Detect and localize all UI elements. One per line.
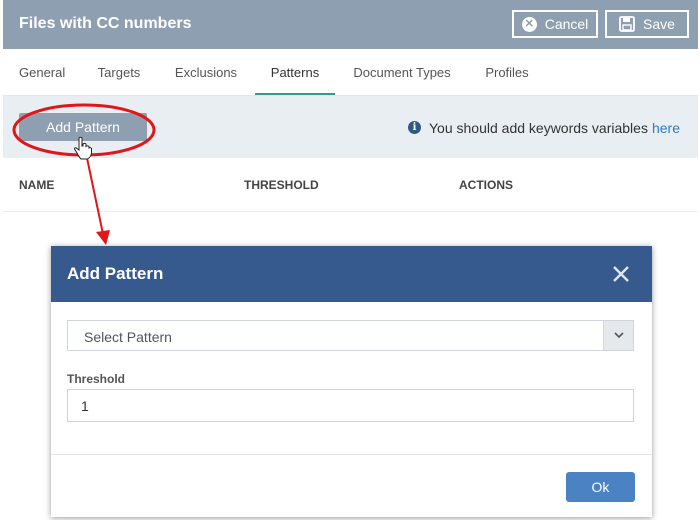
- ok-button[interactable]: Ok: [566, 472, 635, 502]
- cancel-button[interactable]: ✕ Cancel: [512, 10, 598, 38]
- info-message: You should add keywords variables here: [429, 120, 680, 136]
- tab-general[interactable]: General: [19, 49, 65, 95]
- dialog-footer-divider: [51, 454, 652, 455]
- hand-pointer-icon: [73, 136, 92, 160]
- dialog-header: Add Pattern: [51, 246, 652, 302]
- info-message-text: You should add keywords variables: [429, 120, 648, 136]
- add-pattern-dialog: Add Pattern Select Pattern Threshold 1 O…: [51, 246, 652, 517]
- rule-editor-panel: Files with CC numbers ✕ Cancel Save Gene…: [3, 0, 698, 240]
- patterns-toolbar: Add Pattern i You should add keywords va…: [3, 96, 698, 158]
- tab-bar: General Targets Exclusions Patterns Docu…: [3, 49, 698, 96]
- page-title: Files with CC numbers: [19, 15, 192, 32]
- circle-x-icon: ✕: [521, 16, 537, 32]
- tab-profiles[interactable]: Profiles: [484, 49, 530, 95]
- pattern-select-value: Select Pattern: [84, 329, 172, 345]
- column-header-name: NAME: [19, 178, 55, 192]
- close-icon[interactable]: [610, 263, 632, 285]
- column-header-threshold: THRESHOLD: [244, 178, 319, 192]
- floppy-disk-icon: [619, 16, 635, 32]
- threshold-label: Threshold: [67, 372, 126, 386]
- keywords-here-link[interactable]: here: [652, 120, 680, 136]
- select-arrow-button[interactable]: [603, 321, 633, 350]
- dialog-title: Add Pattern: [67, 264, 164, 283]
- pattern-select[interactable]: Select Pattern: [67, 320, 634, 351]
- save-button-label: Save: [643, 16, 675, 32]
- cancel-button-label: Cancel: [544, 16, 589, 32]
- table-divider: [3, 211, 698, 212]
- tab-document-types[interactable]: Document Types: [353, 49, 451, 95]
- save-button[interactable]: Save: [605, 10, 689, 38]
- chevron-down-icon: [614, 332, 624, 339]
- info-icon: i: [408, 121, 421, 134]
- threshold-value: 1: [81, 398, 89, 414]
- threshold-input[interactable]: 1: [67, 389, 634, 422]
- title-bar: Files with CC numbers ✕ Cancel Save: [3, 0, 698, 49]
- tab-patterns[interactable]: Patterns: [255, 49, 335, 95]
- column-header-actions: ACTIONS: [459, 178, 513, 192]
- tab-exclusions[interactable]: Exclusions: [174, 49, 238, 95]
- tab-targets[interactable]: Targets: [97, 49, 141, 95]
